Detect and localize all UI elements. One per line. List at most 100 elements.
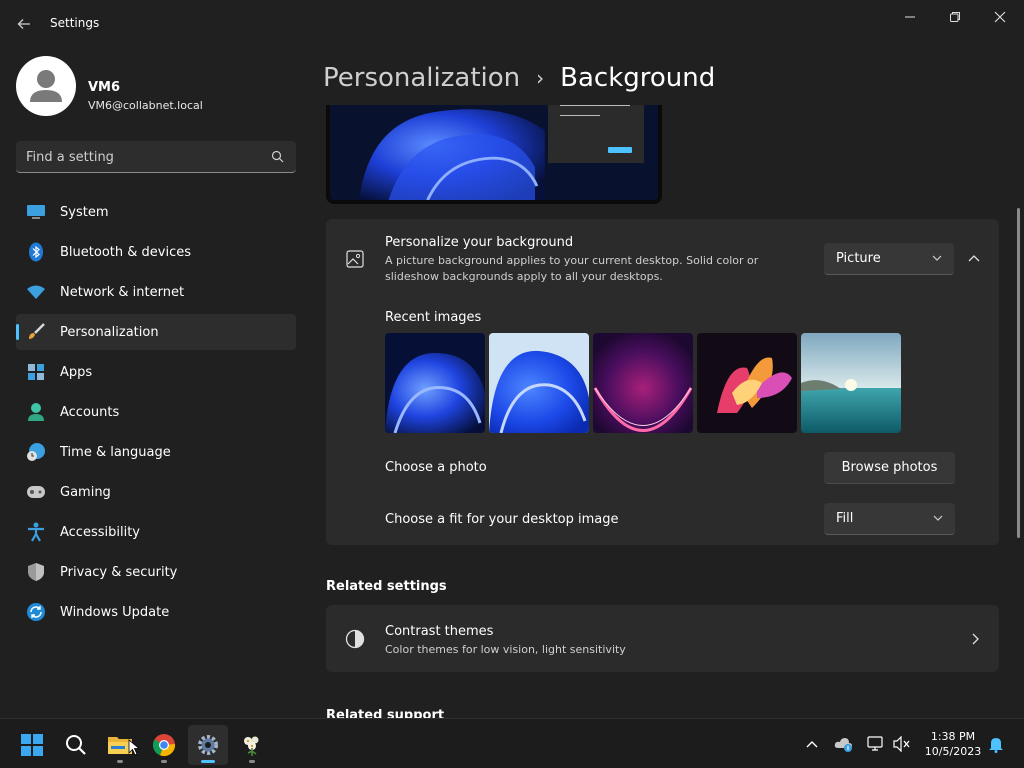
taskbar: 1:38 PM 10/5/2023: [0, 718, 1024, 768]
nav-list: System Bluetooth & devices Network & int…: [16, 194, 296, 634]
search-input[interactable]: [26, 147, 256, 167]
title-bar: Settings: [0, 0, 1024, 48]
restore-icon: [950, 12, 960, 22]
search-icon: [271, 150, 284, 163]
volume-tray-button[interactable]: [892, 734, 912, 754]
sidebar-item-accounts[interactable]: Accounts: [16, 394, 296, 430]
person-icon: [30, 70, 62, 102]
scrollbar[interactable]: [1017, 208, 1020, 538]
chrome-icon: [152, 734, 176, 757]
bluetooth-icon: [26, 242, 46, 262]
network-tray-button[interactable]: [866, 734, 886, 754]
related-support-heading: Related support: [326, 708, 445, 718]
sidebar-item-bluetooth[interactable]: Bluetooth & devices: [16, 234, 296, 270]
breadcrumb-separator: ›: [536, 66, 545, 90]
recent-images-row: Recent images: [326, 299, 999, 441]
wifi-icon: [26, 282, 46, 302]
minimize-icon: [905, 16, 915, 18]
sidebar-item-label: Accessibility: [60, 524, 140, 540]
notification-bell-icon: [989, 738, 1003, 753]
close-button[interactable]: [978, 4, 1022, 30]
sidebar-item-system[interactable]: System: [16, 194, 296, 230]
running-indicator: [161, 760, 167, 763]
recent-image-3[interactable]: [593, 333, 693, 433]
chevron-down-icon: [933, 515, 943, 521]
personalize-background-row[interactable]: Personalize your background A picture ba…: [326, 219, 999, 297]
onedrive-icon: [834, 738, 852, 752]
taskbar-clock[interactable]: 1:38 PM 10/5/2023: [918, 729, 988, 759]
user-profile[interactable]: VM6 VM6@collabnet.local: [16, 56, 306, 118]
choose-fit-row: Choose a fit for your desktop image Fill: [326, 494, 999, 545]
recent-image-2[interactable]: [489, 333, 589, 433]
background-type-dropdown[interactable]: Picture: [824, 243, 954, 275]
recent-image-1[interactable]: [385, 333, 485, 433]
sidebar-item-apps[interactable]: Apps: [16, 354, 296, 390]
mouse-cursor-icon: [128, 739, 140, 756]
sidebar-item-label: Time & language: [60, 444, 171, 460]
accounts-icon: [26, 402, 46, 422]
avatar: [16, 56, 76, 116]
search-icon: [66, 735, 86, 755]
running-indicator: [117, 760, 123, 763]
chrome-button[interactable]: [144, 725, 184, 765]
picture-icon: [346, 250, 364, 268]
show-hidden-icons-button[interactable]: [802, 734, 822, 754]
minimize-button[interactable]: [888, 4, 932, 30]
sidebar-item-label: System: [60, 204, 109, 220]
back-button[interactable]: [10, 10, 38, 38]
search-box[interactable]: [16, 141, 296, 173]
settings-gear-icon: [198, 735, 218, 755]
chevron-up-icon: [968, 255, 980, 262]
start-button[interactable]: [12, 725, 52, 765]
clock-globe-icon: [26, 442, 46, 462]
file-explorer-button[interactable]: [100, 725, 140, 765]
volume-muted-icon: [893, 736, 910, 752]
sidebar-item-accessibility[interactable]: Accessibility: [16, 514, 296, 550]
sidebar-item-label: Accounts: [60, 404, 120, 420]
contrast-icon: [345, 629, 365, 649]
browse-photos-button[interactable]: Browse photos: [824, 452, 955, 484]
app-title: Settings: [50, 16, 100, 30]
desktop-preview: [326, 105, 662, 204]
system-icon: [26, 202, 46, 222]
sidebar: VM6 VM6@collabnet.local System Bluetooth…: [0, 48, 310, 718]
sidebar-item-gaming[interactable]: Gaming: [16, 474, 296, 510]
onedrive-tray-button[interactable]: [834, 734, 854, 754]
sidebar-item-time-language[interactable]: Time & language: [16, 434, 296, 470]
choose-fit-label: Choose a fit for your desktop image: [385, 512, 619, 527]
taskbar-search-button[interactable]: [56, 725, 96, 765]
active-indicator: [201, 760, 215, 763]
photos-app-button[interactable]: [232, 725, 272, 765]
user-email: VM6@collabnet.local: [88, 99, 203, 112]
collapse-button[interactable]: [960, 245, 988, 273]
sidebar-item-label: Bluetooth & devices: [60, 244, 191, 260]
restore-button[interactable]: [933, 4, 977, 30]
accessibility-icon: [26, 522, 46, 542]
choose-photo-row: Choose a photo Browse photos: [326, 443, 999, 492]
sidebar-item-label: Apps: [60, 364, 93, 380]
sidebar-item-label: Privacy & security: [60, 564, 178, 580]
sidebar-item-privacy-security[interactable]: Privacy & security: [16, 554, 296, 590]
photos-app-icon: [244, 736, 259, 756]
contrast-themes-desc: Color themes for low vision, light sensi…: [385, 643, 626, 656]
recent-image-5[interactable]: [801, 333, 901, 433]
shield-icon: [26, 562, 46, 582]
sidebar-item-network[interactable]: Network & internet: [16, 274, 296, 310]
sidebar-item-windows-update[interactable]: Windows Update: [16, 594, 296, 630]
main-content: Personalize your background A picture ba…: [322, 105, 1012, 718]
breadcrumb-parent[interactable]: Personalization: [323, 63, 520, 93]
fit-dropdown[interactable]: Fill: [824, 503, 955, 535]
running-indicator: [249, 760, 255, 763]
contrast-themes-title: Contrast themes: [385, 624, 494, 639]
settings-taskbar-button[interactable]: [188, 725, 228, 765]
notifications-button[interactable]: [986, 734, 1006, 754]
recent-image-4[interactable]: [697, 333, 797, 433]
gamepad-icon: [26, 482, 46, 502]
page-title: Background: [560, 63, 716, 93]
background-type-value: Picture: [836, 251, 881, 266]
personalize-background-desc-1: A picture background applies to your cur…: [385, 254, 759, 267]
contrast-themes-row[interactable]: Contrast themes Color themes for low vis…: [326, 605, 999, 672]
chevron-right-icon: [972, 633, 979, 645]
preview-window-mock: [548, 105, 644, 163]
sidebar-item-personalization[interactable]: Personalization: [16, 314, 296, 350]
